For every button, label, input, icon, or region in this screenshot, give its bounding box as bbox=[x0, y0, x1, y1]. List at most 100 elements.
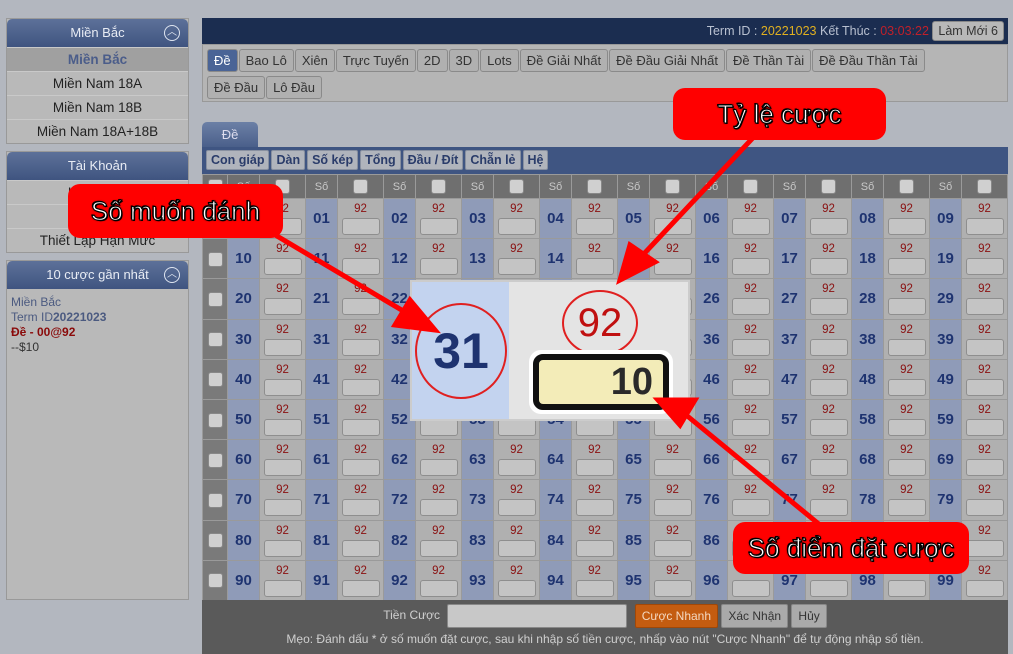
game-tab[interactable]: Bao Lô bbox=[238, 49, 294, 72]
stake-input[interactable] bbox=[419, 499, 458, 517]
cancel-button[interactable]: Hủy bbox=[791, 604, 827, 628]
stake-input[interactable] bbox=[965, 499, 1004, 517]
stake-input[interactable] bbox=[887, 218, 926, 236]
bet-number[interactable]: 70 bbox=[227, 479, 260, 521]
bet-number[interactable]: 28 bbox=[851, 278, 884, 320]
sidebar-item-mien-nam-18b[interactable]: Miền Nam 18B bbox=[7, 95, 188, 119]
bet-number[interactable]: 36 bbox=[695, 318, 728, 360]
collapse-icon[interactable]: ︿ bbox=[164, 25, 180, 41]
column-checkbox[interactable] bbox=[353, 179, 368, 194]
bet-number[interactable]: 91 bbox=[305, 559, 338, 601]
bet-number[interactable]: 86 bbox=[695, 519, 728, 561]
stake-input[interactable] bbox=[887, 258, 926, 276]
row-checkbox[interactable] bbox=[207, 533, 223, 549]
stake-input[interactable] bbox=[653, 459, 692, 477]
bet-number[interactable]: 50 bbox=[227, 398, 260, 441]
bet-number[interactable]: 38 bbox=[851, 318, 884, 360]
stake-input[interactable] bbox=[341, 258, 380, 276]
bet-number[interactable]: 04 bbox=[539, 197, 572, 240]
stake-input[interactable] bbox=[731, 258, 770, 276]
stake-input[interactable] bbox=[965, 258, 1004, 276]
game-tab[interactable]: Xiên bbox=[294, 49, 335, 72]
bet-number[interactable]: 40 bbox=[227, 358, 260, 400]
stake-input[interactable] bbox=[731, 218, 770, 236]
bet-number[interactable]: 07 bbox=[773, 197, 806, 240]
stake-input[interactable] bbox=[497, 579, 536, 597]
bet-number[interactable]: 56 bbox=[695, 398, 728, 441]
stake-input[interactable] bbox=[965, 218, 1004, 236]
bet-number[interactable]: 80 bbox=[227, 519, 260, 561]
confirm-button[interactable]: Xác Nhận bbox=[721, 604, 789, 628]
bet-number[interactable]: 76 bbox=[695, 479, 728, 521]
stake-input[interactable] bbox=[887, 338, 926, 356]
stake-input[interactable] bbox=[341, 579, 380, 597]
bet-number[interactable]: 10 bbox=[227, 238, 260, 280]
stake-input[interactable] bbox=[887, 419, 926, 437]
stake-input[interactable] bbox=[419, 579, 458, 597]
bet-number[interactable]: 65 bbox=[617, 439, 650, 481]
bet-number[interactable]: 75 bbox=[617, 479, 650, 521]
bet-number[interactable]: 69 bbox=[929, 439, 962, 481]
quick-bet-button[interactable]: Cược Nhanh bbox=[634, 604, 719, 628]
bet-number[interactable]: 95 bbox=[617, 559, 650, 601]
stake-input[interactable] bbox=[419, 218, 458, 236]
stake-input[interactable] bbox=[809, 579, 848, 597]
bet-number[interactable]: 66 bbox=[695, 439, 728, 481]
bet-number[interactable]: 29 bbox=[929, 278, 962, 320]
game-tab[interactable]: Đề bbox=[207, 49, 238, 72]
stake-input[interactable] bbox=[653, 258, 692, 276]
stake-input[interactable] bbox=[263, 419, 302, 437]
stake-input[interactable] bbox=[575, 218, 614, 236]
stake-input[interactable] bbox=[341, 378, 380, 396]
amount-input[interactable] bbox=[447, 604, 628, 628]
game-tab[interactable]: Đề Đầu Giải Nhất bbox=[609, 49, 726, 72]
filter-button[interactable]: Đầu / Đít bbox=[402, 150, 464, 170]
bet-number[interactable]: 46 bbox=[695, 358, 728, 400]
stake-input[interactable] bbox=[809, 378, 848, 396]
stake-input[interactable] bbox=[419, 539, 458, 557]
bet-number[interactable]: 60 bbox=[227, 439, 260, 481]
bet-number[interactable]: 13 bbox=[461, 238, 494, 280]
game-tab[interactable]: Lots bbox=[480, 49, 519, 72]
stake-input[interactable] bbox=[887, 499, 926, 517]
bet-number[interactable]: 71 bbox=[305, 479, 338, 521]
stake-input[interactable] bbox=[341, 218, 380, 236]
bet-number[interactable]: 41 bbox=[305, 358, 338, 400]
column-checkbox[interactable] bbox=[665, 179, 680, 194]
row-checkbox[interactable] bbox=[207, 573, 223, 589]
bet-number[interactable]: 15 bbox=[617, 238, 650, 280]
bet-number[interactable]: 37 bbox=[773, 318, 806, 360]
bet-number[interactable]: 18 bbox=[851, 238, 884, 280]
column-checkbox[interactable] bbox=[821, 179, 836, 194]
stake-input[interactable] bbox=[731, 419, 770, 437]
stake-input[interactable] bbox=[887, 579, 926, 597]
stake-input[interactable] bbox=[731, 338, 770, 356]
bet-number[interactable]: 72 bbox=[383, 479, 416, 521]
row-checkbox[interactable] bbox=[207, 251, 223, 267]
stake-input[interactable] bbox=[653, 499, 692, 517]
stake-input[interactable] bbox=[263, 539, 302, 557]
row-checkbox[interactable] bbox=[207, 332, 223, 348]
stake-input[interactable] bbox=[731, 499, 770, 517]
stake-input[interactable] bbox=[809, 298, 848, 316]
row-checkbox[interactable] bbox=[207, 412, 223, 428]
bet-number[interactable]: 08 bbox=[851, 197, 884, 240]
column-checkbox[interactable] bbox=[899, 179, 914, 194]
stake-input[interactable] bbox=[575, 419, 614, 437]
tab-de[interactable]: Đề bbox=[202, 122, 258, 147]
stake-input[interactable] bbox=[497, 459, 536, 477]
column-checkbox[interactable] bbox=[509, 179, 524, 194]
recent-bets-header[interactable]: 10 cược gần nhất ︿ bbox=[7, 261, 188, 289]
bet-number[interactable]: 06 bbox=[695, 197, 728, 240]
stake-input[interactable] bbox=[419, 419, 458, 437]
stake-input[interactable] bbox=[419, 258, 458, 276]
filter-button[interactable]: Dàn bbox=[271, 150, 306, 170]
bet-number[interactable]: 92 bbox=[383, 559, 416, 601]
bet-number[interactable]: 84 bbox=[539, 519, 572, 561]
bet-number[interactable]: 93 bbox=[461, 559, 494, 601]
game-tab[interactable]: Đề Đầu Thần Tài bbox=[812, 49, 925, 72]
stake-input[interactable] bbox=[263, 579, 302, 597]
stake-input[interactable] bbox=[497, 539, 536, 557]
stake-input[interactable] bbox=[497, 419, 536, 437]
column-checkbox[interactable] bbox=[431, 179, 446, 194]
